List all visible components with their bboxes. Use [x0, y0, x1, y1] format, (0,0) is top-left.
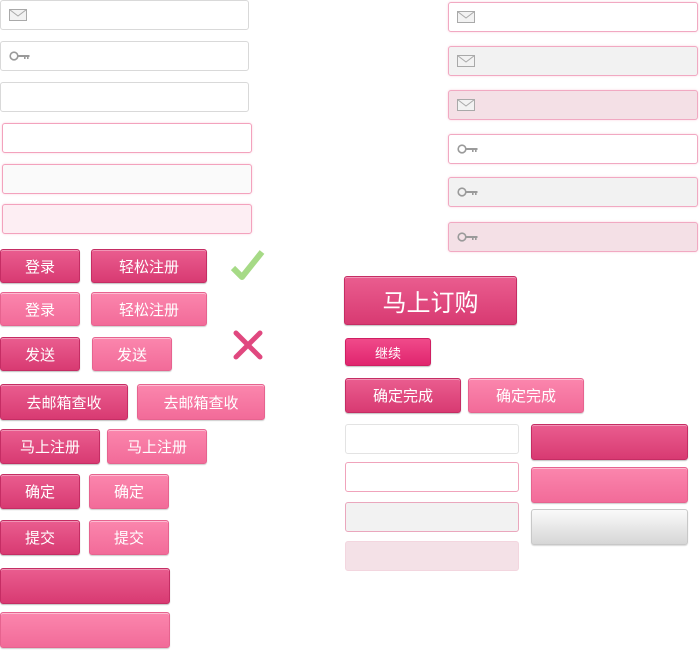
send-button-light[interactable]: 发送 [92, 337, 172, 371]
register-button-dark[interactable]: 轻松注册 [91, 249, 207, 283]
login-button-dark[interactable]: 登录 [0, 249, 80, 283]
key-icon [457, 144, 478, 154]
mail-icon [457, 99, 475, 111]
continue-button[interactable]: 继续 [345, 338, 431, 366]
password-field[interactable] [0, 41, 249, 71]
password-field-pink[interactable] [448, 222, 698, 252]
key-icon [9, 51, 30, 61]
text-field-focused-light[interactable] [2, 164, 252, 194]
blank-button-dark[interactable] [0, 568, 170, 604]
small-text-field-grey[interactable] [345, 502, 519, 532]
email-field-focused[interactable] [448, 2, 698, 32]
mail-icon [9, 9, 27, 21]
submit-button-dark[interactable]: 提交 [0, 520, 80, 555]
check-icon [230, 250, 265, 280]
password-field-grey[interactable] [448, 177, 698, 207]
order-now-button[interactable]: 马上订购 [344, 276, 517, 325]
cross-icon [233, 330, 263, 360]
email-field-pink[interactable] [448, 90, 698, 120]
blank-button-light-right[interactable] [531, 467, 688, 503]
text-field-plain[interactable] [0, 82, 249, 112]
blank-button-dark-right[interactable] [531, 424, 688, 460]
register-button-light[interactable]: 轻松注册 [91, 292, 207, 326]
register-now-button-dark[interactable]: 马上注册 [0, 429, 100, 464]
blank-button-grey-right[interactable] [531, 509, 688, 545]
blank-button-light[interactable] [0, 612, 170, 648]
send-button-dark[interactable]: 发送 [0, 337, 80, 371]
small-text-field-focused[interactable] [345, 462, 519, 492]
email-field[interactable] [0, 0, 249, 30]
check-mail-button-dark[interactable]: 去邮箱查收 [0, 384, 128, 420]
mail-icon [457, 11, 475, 23]
small-text-field-disabled[interactable] [345, 541, 519, 571]
text-field-focused[interactable] [2, 123, 252, 153]
mail-icon [457, 55, 475, 67]
check-mail-button-light[interactable]: 去邮箱查收 [137, 384, 265, 420]
done-button-dark[interactable]: 确定完成 [345, 378, 461, 413]
key-icon [457, 187, 478, 197]
small-text-field[interactable] [345, 424, 519, 454]
login-button-light[interactable]: 登录 [0, 292, 80, 326]
done-button-light[interactable]: 确定完成 [468, 378, 584, 413]
email-field-grey[interactable] [448, 46, 698, 76]
key-icon [457, 232, 478, 242]
password-field-focused[interactable] [448, 134, 698, 164]
confirm-button-light[interactable]: 确定 [89, 474, 169, 509]
register-now-button-light[interactable]: 马上注册 [107, 429, 207, 464]
text-field-focused-filled[interactable] [2, 204, 252, 234]
submit-button-light[interactable]: 提交 [89, 520, 169, 555]
confirm-button-dark[interactable]: 确定 [0, 474, 80, 509]
